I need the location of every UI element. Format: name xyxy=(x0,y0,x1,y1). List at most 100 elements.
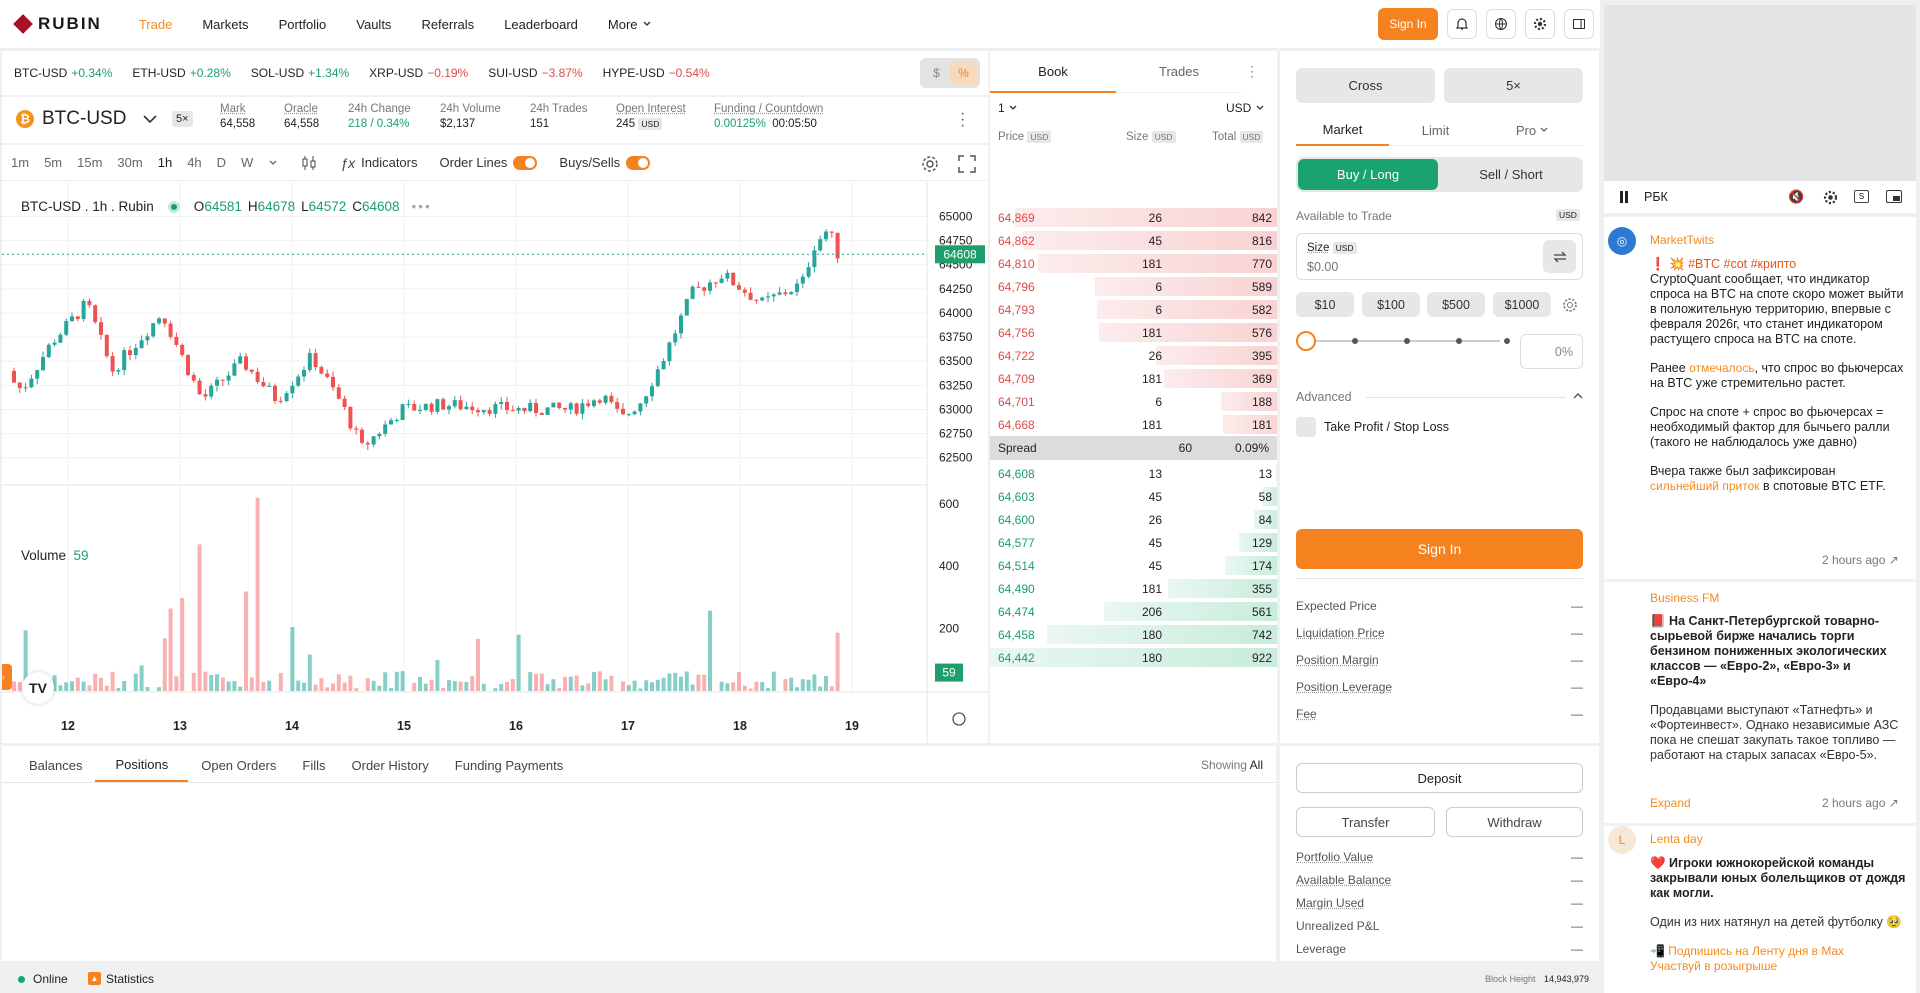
percent-option[interactable]: % xyxy=(950,61,977,85)
video-player[interactable] xyxy=(1604,5,1916,181)
chevron-down-icon[interactable] xyxy=(268,158,278,168)
ask-row[interactable]: 64,796 6 589 xyxy=(990,275,1277,298)
expand-link[interactable]: Expand xyxy=(1650,796,1691,810)
tab-pro[interactable]: Pro xyxy=(1482,115,1583,146)
ask-row[interactable]: 64,810 181 770 xyxy=(990,252,1277,275)
chevron-down-icon[interactable] xyxy=(142,113,158,125)
tpsl-checkbox[interactable] xyxy=(1296,417,1316,437)
order-lines-toggle[interactable] xyxy=(513,155,538,170)
timeframe-1h[interactable]: 1h xyxy=(158,155,172,170)
video-settings-icon[interactable] xyxy=(1823,190,1838,205)
ticker-btc[interactable]: BTC-USD +0.34% xyxy=(14,66,112,80)
chart-goto-icon[interactable] xyxy=(952,712,966,726)
bid-row[interactable]: 64,474 206 561 xyxy=(990,600,1277,623)
nav-referrals[interactable]: Referrals xyxy=(421,17,474,32)
news-link[interactable]: Участвуй в розыгрыше xyxy=(1650,959,1908,974)
buys-sells-toggle[interactable] xyxy=(626,155,651,170)
deposit-button[interactable]: Deposit xyxy=(1296,763,1583,793)
size-input[interactable]: Size USD $0.00 xyxy=(1296,233,1583,280)
dollar-option[interactable]: $ xyxy=(923,66,950,80)
bid-row[interactable]: 64,458 180 742 xyxy=(990,623,1277,646)
news-link[interactable]: сильнейший приток xyxy=(1650,479,1760,493)
nav-more[interactable]: More xyxy=(608,17,652,32)
tab-market[interactable]: Market xyxy=(1296,115,1389,146)
withdraw-button[interactable]: Withdraw xyxy=(1446,807,1583,837)
quick-size-1000[interactable]: $1000 xyxy=(1493,292,1551,317)
news-source[interactable]: Business FM xyxy=(1650,591,1719,605)
legend-more-icon[interactable]: ••• xyxy=(412,199,432,214)
tab-limit[interactable]: Limit xyxy=(1389,115,1482,146)
tab-funding-payments[interactable]: Funding Payments xyxy=(442,758,576,782)
news-link[interactable]: 📲 Подпишись на Ленту дня в Max xyxy=(1650,944,1908,959)
pause-icon[interactable] xyxy=(1620,191,1623,203)
tab-balances[interactable]: Balances xyxy=(16,758,95,782)
brand-logo[interactable]: RUBIN xyxy=(13,14,102,34)
showing-filter[interactable]: Showing All xyxy=(1201,758,1263,772)
market-symbol[interactable]: BTC-USD xyxy=(42,108,126,130)
sell-short-button[interactable]: Sell / Short xyxy=(1441,159,1581,190)
ticker-eth[interactable]: ETH-USD +0.28% xyxy=(132,66,230,80)
tab-positions[interactable]: Positions xyxy=(95,757,189,782)
bid-row[interactable]: 64,490 181 355 xyxy=(990,577,1277,600)
nav-markets[interactable]: Markets xyxy=(202,17,248,32)
bell-icon[interactable] xyxy=(1447,9,1477,39)
timeframe-15m[interactable]: 15m xyxy=(77,155,102,170)
tradingview-logo-icon[interactable]: TV xyxy=(22,672,54,704)
ask-row[interactable]: 64,709 181 369 xyxy=(990,367,1277,390)
ask-row[interactable]: 64,701 6 188 xyxy=(990,390,1277,413)
gear-icon[interactable] xyxy=(1525,9,1555,39)
external-link-icon[interactable]: ↗ xyxy=(1889,553,1899,567)
timeframe-d[interactable]: D xyxy=(217,155,226,170)
percent-input[interactable]: 0% xyxy=(1520,334,1583,369)
nav-vaults[interactable]: Vaults xyxy=(356,17,391,32)
fullscreen-icon[interactable] xyxy=(958,155,976,173)
subtitles-icon[interactable]: S xyxy=(1854,190,1869,203)
buy-long-button[interactable]: Buy / Long xyxy=(1298,159,1438,190)
quick-size-settings-icon[interactable] xyxy=(1562,297,1578,313)
timeframe-w[interactable]: W xyxy=(241,155,253,170)
statistics-link[interactable]: Statistics xyxy=(106,972,154,986)
bid-row[interactable]: 64,577 45 129 xyxy=(990,531,1277,554)
ask-row[interactable]: 64,869 26 842 xyxy=(990,206,1277,229)
pip-icon[interactable] xyxy=(1886,190,1902,203)
news-link[interactable]: отмечалось xyxy=(1689,361,1754,375)
side-drawer-handle[interactable]: › xyxy=(2,664,12,690)
signin-button[interactable]: Sign In xyxy=(1378,8,1438,40)
globe-icon[interactable] xyxy=(1486,9,1516,39)
ticker-unit-toggle[interactable]: $ % xyxy=(920,58,980,88)
indicators-icon[interactable]: ƒx xyxy=(340,155,355,171)
quick-size-100[interactable]: $100 xyxy=(1362,292,1420,317)
nav-trade[interactable]: Trade xyxy=(139,17,172,32)
sidebar-toggle-icon[interactable] xyxy=(1564,9,1594,39)
timeframe-4h[interactable]: 4h xyxy=(187,155,201,170)
ask-row[interactable]: 64,793 6 582 xyxy=(990,298,1277,321)
tab-order-history[interactable]: Order History xyxy=(339,758,442,782)
news-source[interactable]: MarketTwits xyxy=(1650,233,1714,247)
leverage-button[interactable]: 5× xyxy=(1444,68,1583,103)
transfer-button[interactable]: Transfer xyxy=(1296,807,1435,837)
ask-row[interactable]: 64,756 181 576 xyxy=(990,321,1277,344)
size-slider[interactable] xyxy=(1296,321,1511,361)
ask-row[interactable]: 64,722 26 395 xyxy=(990,344,1277,367)
ticker-sol[interactable]: SOL-USD +1.34% xyxy=(251,66,349,80)
bid-row[interactable]: 64,608 13 13 xyxy=(990,462,1277,485)
chart-settings-icon[interactable] xyxy=(920,154,940,174)
more-vertical-icon[interactable]: · · · xyxy=(960,106,965,134)
tab-fills[interactable]: Fills xyxy=(289,758,338,782)
quick-size-10[interactable]: $10 xyxy=(1296,292,1354,317)
news-item[interactable]: ◎ MarketTwits ❗ 💥 #BTC #cot #крипто Cryp… xyxy=(1604,217,1916,579)
tab-open-orders[interactable]: Open Orders xyxy=(188,758,289,782)
external-link-icon[interactable]: ↗ xyxy=(1889,796,1899,810)
timeframe-1m[interactable]: 1m xyxy=(11,155,29,170)
ask-row[interactable]: 64,862 45 816 xyxy=(990,229,1277,252)
quick-size-500[interactable]: $500 xyxy=(1427,292,1485,317)
timeframe-5m[interactable]: 5m xyxy=(44,155,62,170)
bid-row[interactable]: 64,442 180 922 xyxy=(990,646,1277,669)
ticker-sui[interactable]: SUI-USD −3.87% xyxy=(488,66,582,80)
ticker-xrp[interactable]: XRP-USD −0.19% xyxy=(369,66,468,80)
news-item[interactable]: L Lenta day ❤️ Игроки южнокорейской кома… xyxy=(1604,826,1916,993)
nav-leaderboard[interactable]: Leaderboard xyxy=(504,17,578,32)
price-chart[interactable]: 6500064750645006425064000637506350063250… xyxy=(2,182,988,743)
timeframe-30m[interactable]: 30m xyxy=(117,155,142,170)
news-item[interactable]: Business FM 📕 На Санкт-Петербургской тов… xyxy=(1604,582,1916,823)
